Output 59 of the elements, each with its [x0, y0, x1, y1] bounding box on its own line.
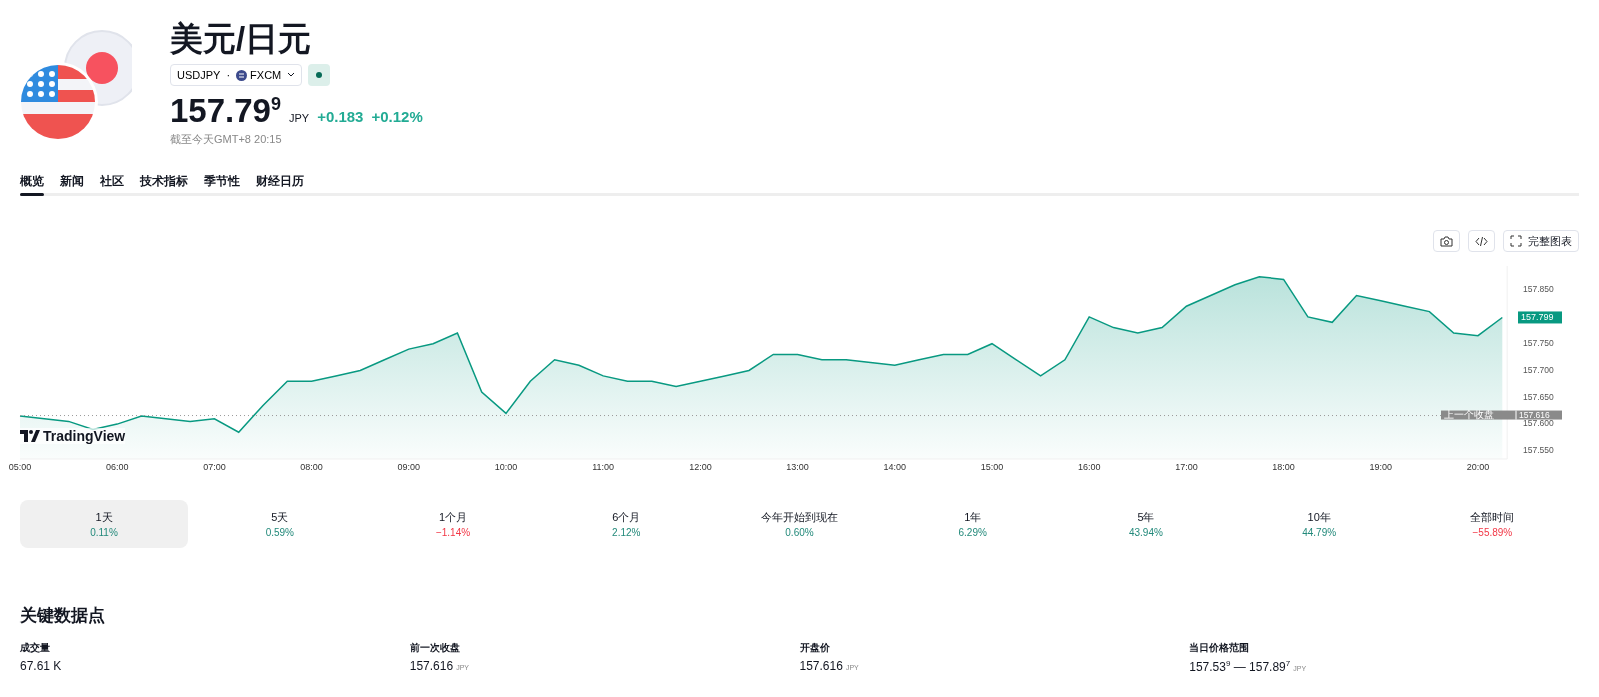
x-axis-label: 09:00: [397, 462, 421, 472]
x-axis-label: 18:00: [1272, 462, 1295, 472]
section-title: 关键数据点: [20, 605, 106, 627]
previous-close-tag: 上一个收盘 157.616: [1441, 409, 1562, 421]
x-axis-label: 16:00: [1077, 462, 1101, 472]
price-value: 157.79$^{9}$: [170, 92, 281, 130]
last-price-tag: 157.799: [1518, 311, 1562, 324]
stat-value: 157.616: [409, 659, 454, 673]
x-axis-label: 07:00: [203, 462, 226, 472]
y-axis-label: 157.600: [1523, 418, 1554, 429]
ref-line-label: 157.616: [1519, 409, 1550, 420]
price-change-percent: +0.12%: [371, 108, 423, 125]
y-axis-label: 157.650: [1523, 391, 1554, 402]
x-axis-label: 15:00: [980, 462, 1004, 472]
period-button[interactable]: 5年 43.94%: [1061, 500, 1230, 548]
x-axis-label: 17:00: [1175, 462, 1198, 472]
x-axis-label: 11:00: [592, 462, 615, 472]
period-button[interactable]: 10年 44.79%: [1235, 500, 1404, 548]
y-axis-label: 157.750: [1523, 337, 1554, 348]
stat-value: 67.61 K: [20, 659, 62, 673]
x-axis-label: 06:00: [105, 462, 129, 472]
period-button[interactable]: 1个月 −1.14%: [369, 500, 538, 548]
timestamp: 截至今天GMT+8 20:15: [170, 132, 283, 147]
stat-label: 成交量: [20, 641, 51, 655]
x-axis-label: 08:00: [300, 462, 323, 472]
y-axis-label: 157.850: [1523, 284, 1554, 295]
symbol-selector[interactable]: USDJPY · FXCM: [170, 64, 303, 86]
stat-label: 开盘价: [799, 641, 831, 655]
price-change: +0.183: [317, 108, 364, 125]
period-button[interactable]: 6个月 2.12%: [542, 500, 711, 548]
stat-value: 157.53$^{9}$ — 157.89$^{7}$: [1189, 659, 1291, 674]
tab[interactable]: 概览: [20, 172, 44, 193]
x-axis-label: 05:00: [8, 462, 32, 472]
tab[interactable]: 季节性: [204, 172, 240, 193]
period-button[interactable]: 今年开始到现在 0.60%: [715, 500, 884, 548]
x-axis-label: 10:00: [494, 462, 518, 472]
annotation: 上一个收盘: [1444, 409, 1494, 421]
full-chart-button[interactable]: 完整图表: [1503, 230, 1579, 252]
period-button[interactable]: 1天 0.11%: [20, 500, 188, 548]
tradingview-logo[interactable]: TradingView: [20, 428, 126, 444]
period-button[interactable]: 全部时间 −55.89%: [1408, 500, 1577, 548]
x-axis-label: 14:00: [883, 462, 907, 472]
period-button[interactable]: 5天 0.59%: [195, 500, 364, 548]
tab[interactable]: 技术指标: [140, 172, 188, 193]
page-title: 美元/日元: [170, 20, 313, 58]
x-axis-label: 12:00: [689, 462, 712, 472]
x-axis-label: 20:00: [1466, 462, 1490, 472]
x-axis-label: 19:00: [1369, 462, 1393, 472]
tab[interactable]: 社区: [100, 172, 124, 193]
y-axis-label: 157.700: [1523, 364, 1554, 375]
y-axis-label: 157.550: [1523, 445, 1554, 456]
period-button[interactable]: 1年 6.29%: [888, 500, 1057, 548]
tab[interactable]: 新闻: [60, 172, 84, 193]
stat-value: 157.616: [799, 659, 843, 673]
x-axis-label: 13:00: [786, 462, 809, 472]
stat-label: 当日价格范围: [1189, 641, 1251, 655]
stat-label: 前一次收盘: [409, 641, 461, 655]
tab[interactable]: 财经日历: [256, 172, 304, 193]
currency-label: JPY: [288, 112, 310, 124]
